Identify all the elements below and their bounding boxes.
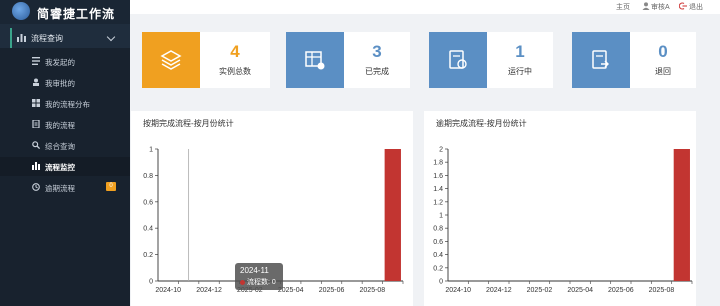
sidebar-item-monitor[interactable]: 流程监控: [0, 157, 130, 176]
brand: 简睿捷工作流: [0, 0, 130, 24]
card-value: 0: [658, 42, 668, 61]
card-icon-box: [572, 32, 630, 88]
chart-tooltip: 2024-11 流程数: 0: [235, 263, 283, 290]
tooltip-series-dot: [240, 280, 245, 285]
x-tick-label: 2025-08: [649, 287, 675, 294]
chevron-down-icon: [106, 32, 116, 42]
x-tick-label: 2024-12: [486, 287, 512, 294]
sidebar-item-distribution[interactable]: 我的流程分布: [0, 94, 130, 113]
stat-card-returned[interactable]: 0 退回: [572, 32, 696, 88]
x-tick-label: 2025-04: [567, 287, 593, 294]
sidebar-item-label: 我审批的: [45, 79, 75, 88]
sidebar: 简睿捷工作流 流程查询 我发起的 我审批的 我的流程分布 我的流程 综合查询 流…: [0, 0, 130, 306]
card-value: 1: [515, 42, 525, 61]
card-value: 3: [372, 42, 382, 61]
app-logo: [12, 2, 30, 20]
card-label: 实例总数: [219, 67, 251, 76]
y-tick-label: 1.4: [433, 186, 443, 193]
list-icon: [32, 57, 40, 65]
logout-icon: [679, 2, 687, 10]
x-tick-label: 2024-12: [196, 287, 222, 294]
y-tick-label: 1: [439, 213, 443, 220]
y-tick-label: 0: [439, 279, 443, 286]
clock-icon: [32, 183, 40, 191]
sidebar-item-label: 逾期流程: [45, 184, 75, 193]
card-value: 4: [230, 42, 240, 61]
bar-chart-icon: [17, 34, 26, 42]
card-label: 运行中: [508, 67, 532, 76]
document-clock-icon: [449, 50, 467, 69]
monitor-icon: [32, 162, 40, 170]
y-tick-label: 0.6: [143, 199, 153, 206]
table-check-icon: [305, 51, 325, 70]
chart-panel-overdue: 逾期完成流程-按月份统计 0 0.2 0.4 0.6 0.8 1 1.2 1.4 1.6 1.8 2…: [424, 111, 696, 306]
bar: [673, 149, 690, 281]
sidebar-item-label: 流程监控: [45, 163, 75, 172]
top-bar: 主页 审核A 退出: [130, 0, 720, 14]
sidebar-item-approved[interactable]: 我审批的: [0, 73, 130, 92]
document-icon: [32, 120, 40, 128]
y-tick-label: 1.2: [433, 199, 443, 206]
x-tick-label: 2025-06: [608, 287, 634, 294]
sidebar-item-label: 综合查询: [45, 142, 75, 151]
sidebar-item-overdue[interactable]: 逾期流程 0: [0, 178, 130, 197]
stat-card-completed[interactable]: 3 已完成: [286, 32, 410, 88]
x-tick-label: 2025-08: [360, 287, 386, 294]
y-tick-label: 0: [149, 279, 153, 286]
x-tick-label: 2024-10: [155, 287, 181, 294]
approve-icon: [33, 78, 39, 86]
y-tick-label: 2: [439, 147, 443, 154]
menu-group-label: 流程查询: [31, 34, 63, 43]
y-tick-label: 0.8: [433, 226, 443, 233]
tooltip-value: 流程数: 0: [247, 279, 276, 286]
y-tick-label: 1.8: [433, 160, 443, 167]
logout-link[interactable]: 退出: [689, 2, 703, 12]
layers-icon: [160, 50, 182, 70]
home-link[interactable]: 主页: [616, 2, 630, 12]
sidebar-item-initiated[interactable]: 我发起的: [0, 52, 130, 71]
sidebar-item-my-process[interactable]: 我的流程: [0, 115, 130, 134]
y-tick-label: 0.6: [433, 239, 443, 246]
sidebar-item-label: 我的流程分布: [45, 100, 90, 109]
y-tick-label: 0.2: [433, 265, 443, 272]
card-icon-box: [142, 32, 200, 88]
overdue-count-badge: 0: [106, 182, 116, 191]
card-label: 已完成: [365, 67, 389, 76]
tooltip-category: 2024-11: [240, 266, 269, 275]
y-tick-label: 1: [149, 147, 153, 154]
x-tick-label: 2024-10: [445, 287, 471, 294]
card-label: 退回: [655, 67, 671, 76]
sidebar-item-label: 我的流程: [45, 121, 75, 130]
x-tick-label: 2025-06: [319, 287, 345, 294]
search-icon: [32, 141, 40, 149]
stat-card-total[interactable]: 4 实例总数: [142, 32, 270, 88]
bar: [384, 149, 401, 281]
y-tick-label: 0.4: [433, 252, 443, 259]
user-icon: [642, 2, 650, 10]
app-title: 简睿捷工作流: [37, 7, 116, 21]
stat-card-running[interactable]: 1 运行中: [429, 32, 553, 88]
grid-icon: [32, 99, 40, 107]
menu-group-process-query[interactable]: 流程查询: [0, 28, 130, 48]
y-tick-label: 0.8: [143, 173, 153, 180]
y-tick-label: 1.6: [433, 173, 443, 180]
overdue-bar-chart: 0 0.2 0.4 0.6 0.8 1 1.2 1.4 1.6 1.8 2 2024-10 2024-1…: [433, 147, 693, 294]
x-tick-label: 2025-02: [527, 287, 553, 294]
sidebar-item-general-query[interactable]: 综合查询: [0, 136, 130, 155]
document-return-icon: [592, 50, 609, 69]
card-icon-box: [429, 32, 487, 88]
sidebar-item-label: 我发起的: [45, 58, 75, 67]
submenu: 我发起的 我审批的 我的流程分布 我的流程 综合查询 流程监控 逾期流程 0: [0, 48, 130, 306]
y-tick-label: 0.2: [143, 252, 153, 259]
current-user[interactable]: 审核A: [651, 2, 670, 12]
y-tick-label: 0.4: [143, 226, 153, 233]
card-icon-box: [286, 32, 344, 88]
